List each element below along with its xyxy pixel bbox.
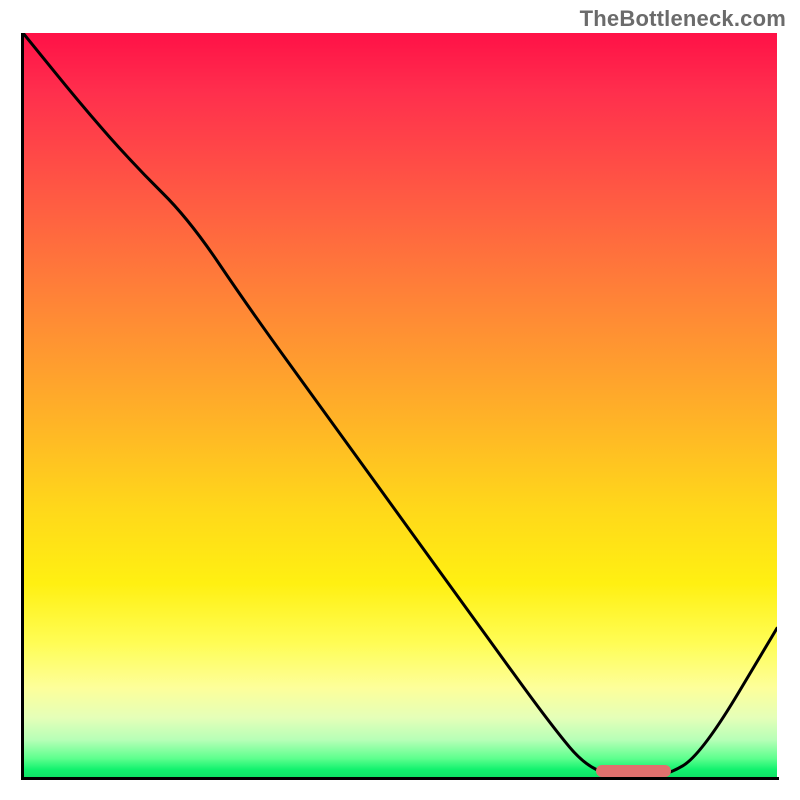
plot-frame bbox=[23, 33, 777, 777]
y-axis bbox=[21, 33, 24, 780]
watermark-label: TheBottleneck.com bbox=[580, 6, 786, 32]
chart-curve bbox=[23, 33, 777, 777]
x-axis bbox=[21, 777, 779, 780]
plot-inner bbox=[23, 33, 777, 777]
chart-root: TheBottleneck.com bbox=[0, 0, 800, 800]
optimal-range-marker bbox=[596, 765, 671, 777]
